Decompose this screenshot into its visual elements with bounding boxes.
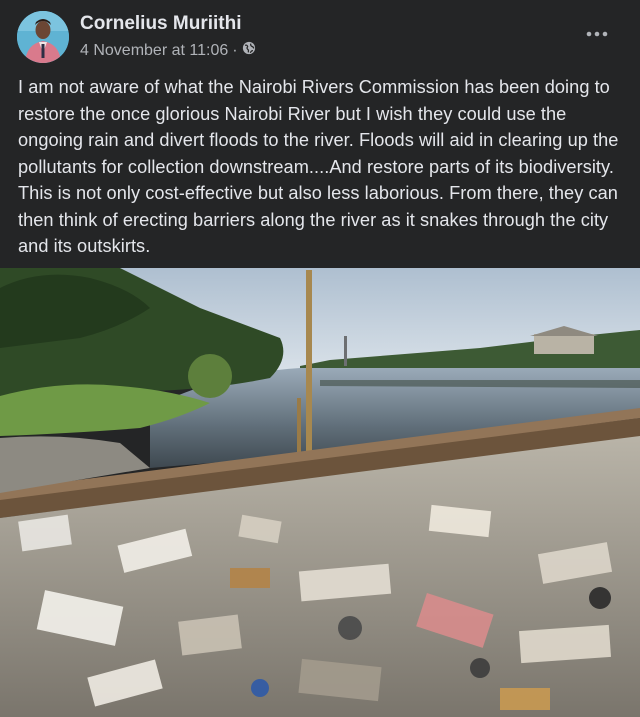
meta-separator: · xyxy=(232,41,238,59)
avatar[interactable] xyxy=(17,11,69,63)
post-header: Cornelius Muriithi 4 November at 11:06 · xyxy=(0,0,640,70)
avatar-image xyxy=(17,11,69,63)
post-meta: 4 November at 11:06 · xyxy=(80,41,256,60)
globe-icon xyxy=(242,41,256,60)
post-text: I am not aware of what the Nairobi River… xyxy=(18,77,619,256)
author-name[interactable]: Cornelius Muriithi xyxy=(80,13,242,35)
post-timestamp[interactable]: 4 November at 11:06 xyxy=(80,42,228,60)
more-horizontal-icon xyxy=(586,31,608,37)
more-options-button[interactable] xyxy=(582,22,612,46)
post-photo[interactable] xyxy=(0,268,640,717)
facebook-post: Cornelius Muriithi 4 November at 11:06 ·… xyxy=(0,0,640,717)
